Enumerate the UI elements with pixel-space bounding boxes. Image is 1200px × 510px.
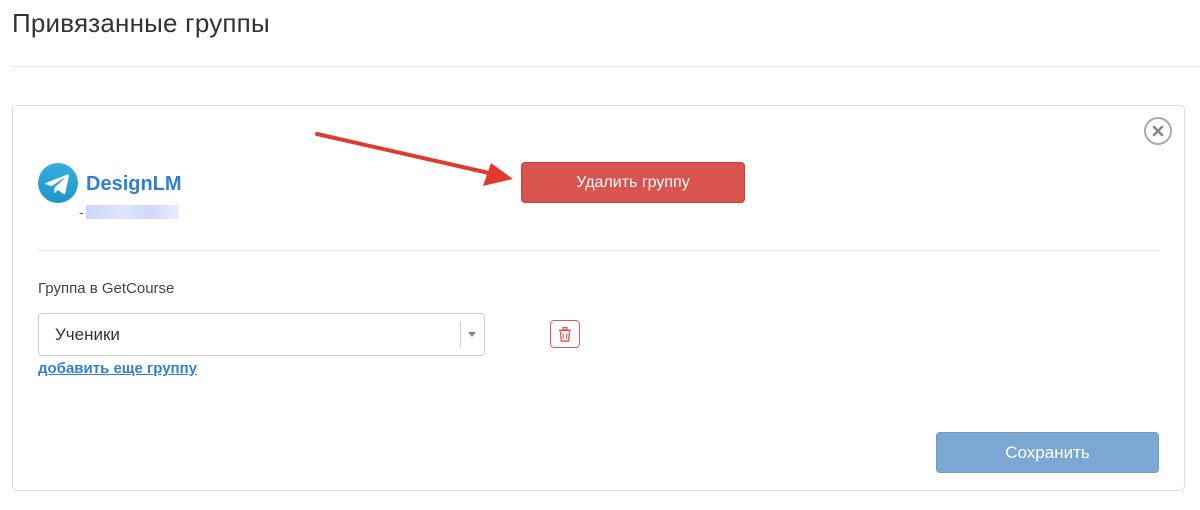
close-icon: [1152, 125, 1164, 137]
trash-icon: [559, 326, 571, 342]
arrow-icon: [315, 132, 513, 186]
chevron-down-icon: [468, 332, 476, 337]
save-button[interactable]: Сохранить: [936, 432, 1159, 473]
getcourse-group-selected-value: Ученики: [55, 325, 120, 344]
getcourse-group-select[interactable]: Ученики: [38, 313, 485, 356]
group-name-link[interactable]: DesignLM: [86, 173, 182, 196]
card-divider: [38, 250, 1159, 251]
add-group-link[interactable]: добавить еще группу: [38, 360, 197, 377]
group-id-prefix: -: [79, 204, 84, 220]
select-separator: [460, 322, 461, 347]
delete-group-button[interactable]: Удалить группу: [521, 162, 745, 203]
page-title: Привязанные группы: [12, 8, 270, 38]
close-button[interactable]: [1144, 117, 1172, 145]
telegram-icon: [38, 163, 78, 203]
title-divider: [12, 66, 1200, 67]
getcourse-group-label: Группа в GetCourse: [38, 280, 175, 297]
group-card: DesignLM - Удалить группу Группа в GetCo…: [12, 105, 1185, 491]
group-id-redacted: [86, 205, 179, 219]
remove-group-button[interactable]: [550, 320, 580, 348]
page: Привязанные группы DesignLM - Удалить гр…: [0, 0, 1200, 510]
